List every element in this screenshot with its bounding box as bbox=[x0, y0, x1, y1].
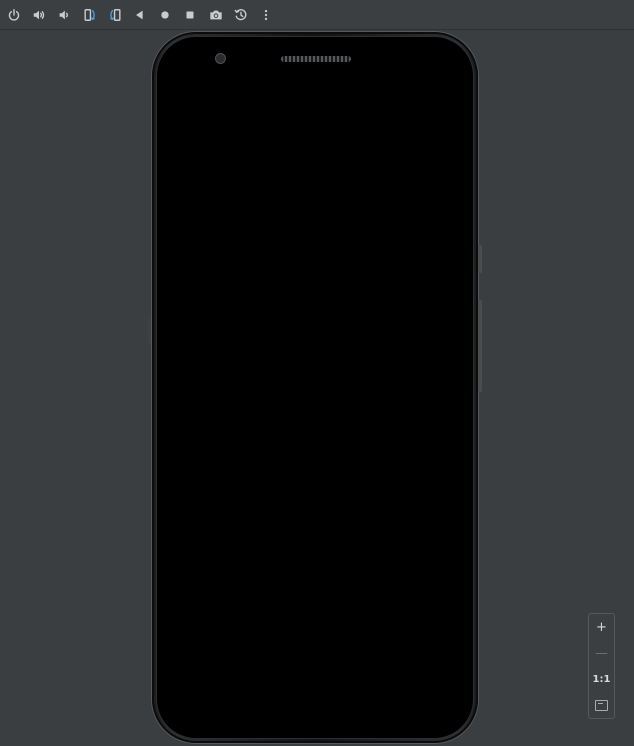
zoom-out-button[interactable]: — bbox=[591, 642, 613, 664]
fit-screen-button[interactable] bbox=[591, 694, 613, 716]
overview-button[interactable] bbox=[179, 3, 201, 27]
back-triangle-icon bbox=[136, 10, 143, 19]
fit-screen-icon bbox=[595, 699, 608, 711]
emulator-window: + — 1:1 bbox=[0, 0, 634, 746]
camera-icon bbox=[209, 10, 222, 19]
device-screen[interactable] bbox=[159, 84, 471, 710]
rotate-left-icon bbox=[84, 8, 95, 21]
zoom-in-button[interactable]: + bbox=[591, 616, 613, 638]
volume-down-icon bbox=[60, 10, 69, 19]
emulator-toolbar bbox=[0, 0, 634, 30]
home-circle-icon bbox=[161, 10, 169, 19]
rotate-right-icon bbox=[109, 8, 121, 21]
more-vertical-icon bbox=[264, 9, 268, 20]
home-button[interactable] bbox=[154, 3, 176, 27]
overview-square-icon bbox=[186, 11, 194, 18]
device-volume-rocker[interactable] bbox=[478, 300, 482, 392]
zoom-controls: + — 1:1 bbox=[588, 613, 615, 719]
volume-up-icon bbox=[33, 10, 45, 19]
volume-up-button[interactable] bbox=[28, 3, 50, 27]
power-icon bbox=[8, 8, 20, 21]
earpiece-speaker bbox=[281, 56, 351, 62]
history-icon bbox=[234, 8, 247, 20]
device-power-key[interactable] bbox=[478, 245, 482, 273]
screenshot-button[interactable] bbox=[205, 3, 227, 27]
snapshot-button[interactable] bbox=[230, 3, 252, 27]
rotate-left-button[interactable] bbox=[79, 3, 101, 27]
back-button[interactable] bbox=[129, 3, 151, 27]
power-button[interactable] bbox=[3, 3, 25, 27]
more-button[interactable] bbox=[255, 3, 277, 27]
front-camera-icon bbox=[215, 53, 226, 64]
volume-down-button[interactable] bbox=[53, 3, 75, 27]
rotate-right-button[interactable] bbox=[104, 3, 126, 27]
actual-size-button[interactable]: 1:1 bbox=[591, 668, 613, 690]
